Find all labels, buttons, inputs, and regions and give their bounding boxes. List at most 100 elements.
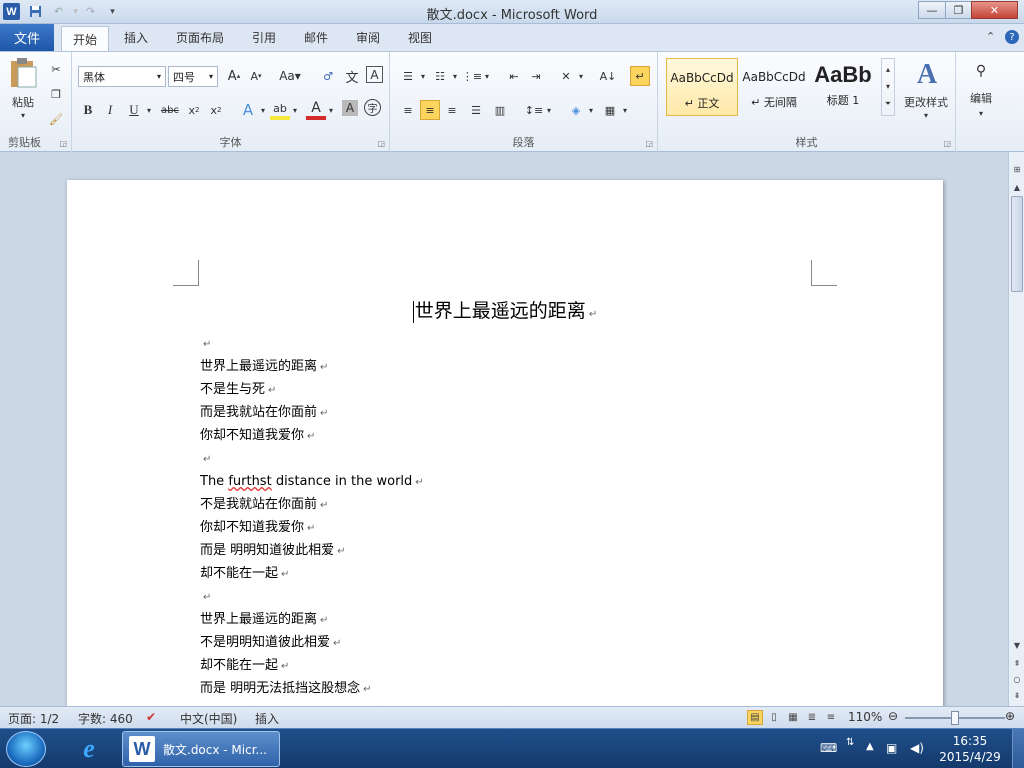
clipboard-dialog-launcher-icon[interactable]: ◲ bbox=[59, 139, 67, 148]
outline-icon[interactable]: ≣ bbox=[804, 710, 820, 725]
font-size-combo[interactable]: 四号 ▾ bbox=[168, 66, 218, 87]
full-screen-reading-icon[interactable]: ▯ bbox=[766, 710, 782, 725]
volume-icon[interactable]: ◀) bbox=[910, 741, 924, 755]
phonetic-guide-icon[interactable]: 文 bbox=[342, 66, 362, 86]
style-normal[interactable]: AaBbCcDd ↵ 正文 bbox=[666, 58, 738, 116]
show-desktop-button[interactable] bbox=[1012, 729, 1024, 768]
underline-icon[interactable]: U bbox=[124, 100, 144, 120]
paste-dropdown-icon[interactable]: ▾ bbox=[17, 110, 29, 120]
scroll-up-icon[interactable]: ▲ bbox=[1010, 180, 1024, 194]
numbering-dropdown-icon[interactable]: ▾ bbox=[450, 70, 460, 82]
strikethrough-icon[interactable]: abc bbox=[158, 100, 182, 120]
underline-dropdown-icon[interactable]: ▾ bbox=[144, 104, 154, 116]
document-body[interactable]: ↵ 世界上最遥远的距离 ↵ 不是生与死 ↵ 而是我就站在你面前 ↵ 你却不知道我爱你 ↵ ↵ The… bbox=[200, 332, 800, 700]
zoom-in-icon[interactable]: ⊕ bbox=[1005, 709, 1015, 723]
minimize-ribbon-icon[interactable]: ⌃ bbox=[986, 30, 995, 43]
tab-home[interactable]: 开始 bbox=[61, 26, 109, 52]
close-button[interactable]: ✕ bbox=[971, 1, 1018, 19]
clock[interactable]: 16:35 2015/4/29 bbox=[935, 733, 1005, 765]
language-indicator[interactable]: 中文(中国) bbox=[180, 710, 237, 727]
character-border-icon[interactable]: A bbox=[366, 66, 383, 83]
character-shading-icon[interactable]: A bbox=[342, 100, 358, 116]
more-styles-icon[interactable]: ⏷ bbox=[885, 99, 891, 109]
multilevel-dropdown-icon[interactable]: ▾ bbox=[482, 70, 492, 82]
keyboard-icon[interactable]: ⌨ bbox=[820, 741, 837, 755]
document-line[interactable]: 不是明明知道彼此相爱 ↵ bbox=[200, 631, 800, 654]
justify-icon[interactable]: ☰ bbox=[466, 100, 486, 120]
insert-mode[interactable]: 插入 bbox=[255, 710, 279, 727]
text-effects-icon[interactable]: A bbox=[238, 100, 258, 120]
decrease-indent-icon[interactable]: ⇤ bbox=[504, 66, 524, 86]
grow-font-icon[interactable]: A ▴ bbox=[224, 66, 244, 86]
taskbar-word-window[interactable]: W 散文.docx - Micr... bbox=[122, 731, 280, 767]
document-line[interactable]: 世界上最遥远的距离 ↵ bbox=[200, 608, 800, 631]
editing-dropdown-icon[interactable]: ▾ bbox=[975, 108, 987, 118]
sort-icon[interactable]: A↓ bbox=[598, 66, 618, 86]
scroll-thumb[interactable] bbox=[1011, 196, 1023, 292]
style-heading-1[interactable]: AaBb 标题 1 bbox=[810, 58, 876, 116]
style-no-spacing[interactable]: AaBbCcDd ↵ 无间隔 bbox=[738, 58, 810, 116]
document-area[interactable]: 世界上最遥远的距离 ↵ ↵ 世界上最遥远的距离 ↵ 不是生与死 ↵ 而是我就站在你面前 ↵ 你却… bbox=[0, 152, 1008, 706]
align-right-icon[interactable]: ≡ bbox=[442, 100, 462, 120]
superscript-icon[interactable]: x2 bbox=[206, 100, 226, 120]
text-effects-dropdown-icon[interactable]: ▾ bbox=[258, 104, 268, 116]
subscript-icon[interactable]: x2 bbox=[184, 100, 204, 120]
document-line[interactable]: 你却不知道我爱你 ↵ bbox=[200, 516, 800, 539]
multilevel-list-icon[interactable]: ⋮≡ bbox=[462, 66, 482, 86]
bold-icon[interactable]: B bbox=[78, 100, 98, 120]
tab-references[interactable]: 引用 bbox=[243, 24, 285, 51]
chinese-layout-icon[interactable]: ✕ bbox=[556, 66, 576, 86]
font-name-combo[interactable]: 黑体 ▾ bbox=[78, 66, 166, 87]
line-spacing-icon[interactable]: ↕≡ bbox=[524, 100, 544, 120]
document-page[interactable]: 世界上最遥远的距离 ↵ ↵ 世界上最遥远的距离 ↵ 不是生与死 ↵ 而是我就站在你面前 ↵ 你却… bbox=[67, 180, 943, 706]
show-hidden-icons-icon[interactable]: ▲ bbox=[866, 741, 874, 752]
bullets-icon[interactable]: ☰ bbox=[398, 66, 418, 86]
start-button[interactable] bbox=[6, 731, 46, 767]
clear-formatting-icon[interactable]: ♂ bbox=[318, 66, 338, 86]
document-line[interactable]: 却不能在一起 ↵ bbox=[200, 562, 800, 585]
proofing-icon[interactable]: ✔ bbox=[146, 710, 156, 724]
document-line[interactable]: The furthst distance in the world ↵ bbox=[200, 470, 800, 493]
italic-icon[interactable]: I bbox=[100, 100, 120, 120]
highlight-dropdown-icon[interactable]: ▾ bbox=[290, 104, 300, 116]
line-spacing-dropdown-icon[interactable]: ▾ bbox=[544, 104, 554, 116]
tab-review[interactable]: 审阅 bbox=[347, 24, 389, 51]
styles-dialog-launcher-icon[interactable]: ◲ bbox=[943, 139, 951, 148]
styles-scroll[interactable]: ▴ ▾ ⏷ bbox=[881, 58, 895, 116]
shading-icon[interactable]: ◈ bbox=[566, 100, 586, 120]
document-line[interactable]: 不是我就站在你面前 ↵ bbox=[200, 493, 800, 516]
document-line[interactable]: 而是我就站在你面前 ↵ bbox=[200, 401, 800, 424]
font-dialog-launcher-icon[interactable]: ◲ bbox=[377, 139, 385, 148]
scroll-down-icon[interactable]: ▾ bbox=[886, 82, 890, 91]
document-title-line[interactable]: 世界上最遥远的距离 ↵ bbox=[67, 296, 943, 323]
align-left-icon[interactable]: ≡ bbox=[398, 100, 418, 120]
paragraph-dialog-launcher-icon[interactable]: ◲ bbox=[645, 139, 653, 148]
web-layout-icon[interactable]: ▦ bbox=[785, 710, 801, 725]
tab-mailings[interactable]: 邮件 bbox=[295, 24, 337, 51]
highlight-icon[interactable]: ab bbox=[270, 100, 290, 120]
scroll-up-icon[interactable]: ▴ bbox=[886, 65, 890, 74]
borders-dropdown-icon[interactable]: ▾ bbox=[620, 104, 630, 116]
font-color-dropdown-icon[interactable]: ▾ bbox=[326, 104, 336, 116]
align-center-icon[interactable]: ≡ bbox=[420, 100, 440, 120]
spelling-error[interactable]: furthst bbox=[228, 474, 271, 489]
help-icon[interactable]: ? bbox=[1005, 30, 1019, 44]
numbering-icon[interactable]: ☷ bbox=[430, 66, 450, 86]
document-line[interactable]: 而是 明明无法抵挡这股想念 ↵ bbox=[200, 677, 800, 700]
chinese-layout-dropdown-icon[interactable]: ▾ bbox=[576, 70, 586, 82]
document-line[interactable]: 你却不知道我爱你 ↵ bbox=[200, 424, 800, 447]
change-case-icon[interactable]: Aa▾ bbox=[276, 66, 304, 86]
document-line[interactable]: 不是生与死 ↵ bbox=[200, 378, 800, 401]
page-indicator[interactable]: 页面: 1/2 bbox=[8, 710, 59, 727]
show-hide-marks-icon[interactable]: ↵ bbox=[630, 66, 650, 86]
document-line[interactable]: 世界上最遥远的距离 ↵ bbox=[200, 355, 800, 378]
document-line[interactable]: ↵ bbox=[200, 447, 800, 470]
increase-indent-icon[interactable]: ⇥ bbox=[526, 66, 546, 86]
tab-page-layout[interactable]: 页面布局 bbox=[168, 24, 232, 51]
network-icon[interactable]: ▣ bbox=[886, 741, 897, 755]
change-styles-label[interactable]: 更改样式 bbox=[898, 94, 954, 110]
change-styles-dropdown-icon[interactable]: ▾ bbox=[920, 110, 932, 120]
zoom-out-icon[interactable]: ⊖ bbox=[888, 709, 898, 723]
input-method-icon[interactable]: ⇅ bbox=[846, 737, 854, 748]
tab-insert[interactable]: 插入 bbox=[113, 24, 159, 51]
